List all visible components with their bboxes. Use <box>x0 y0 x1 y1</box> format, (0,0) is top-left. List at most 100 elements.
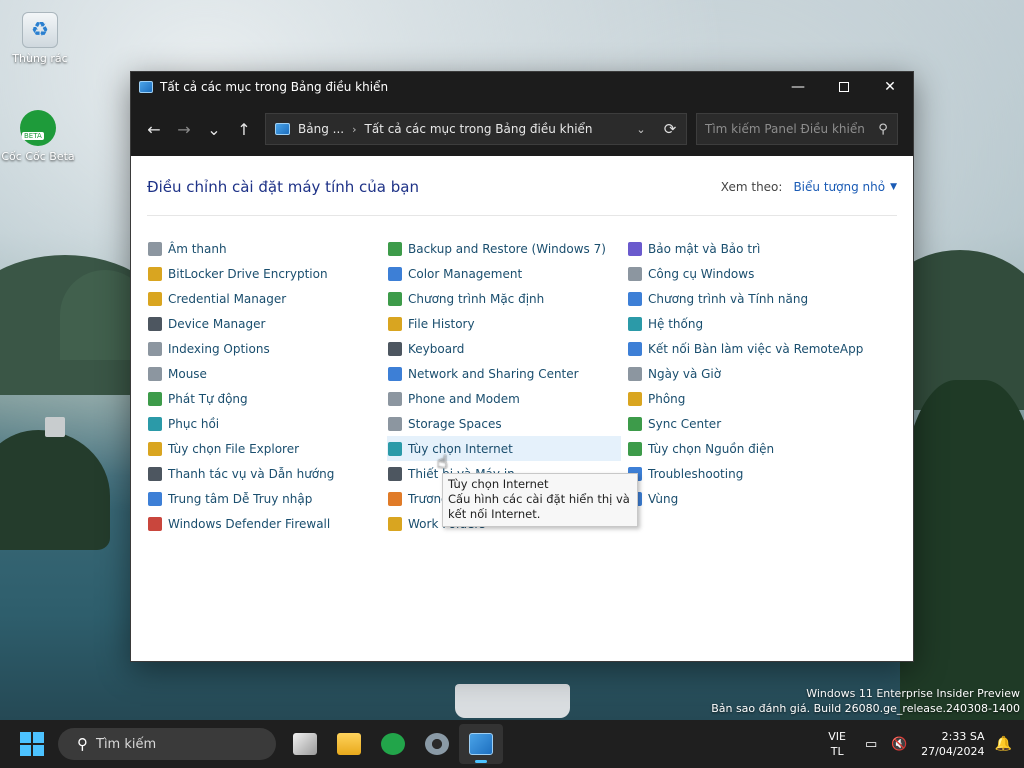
control-panel-item[interactable]: Ngày và Giờ <box>627 361 867 386</box>
control-panel-item[interactable]: BitLocker Drive Encryption <box>147 261 387 286</box>
taskbar-app-coccoc[interactable] <box>371 724 415 764</box>
power-options-icon <box>628 441 642 456</box>
view-by-dropdown[interactable]: Biểu tượng nhỏ <box>793 180 885 194</box>
close-button[interactable]: ✕ <box>867 72 913 102</box>
taskbar-app-settings[interactable] <box>415 724 459 764</box>
control-panel-item[interactable]: Công cụ Windows <box>627 261 867 286</box>
control-panel-window: Tất cả các mục trong Bảng điều khiển — ✕… <box>130 71 914 662</box>
desktop-icon-recycle-bin[interactable]: Thùng rác <box>0 12 80 65</box>
control-panel-item[interactable]: Tùy chọn File Explorer <box>147 436 387 461</box>
color-management-icon <box>388 266 402 281</box>
bitlocker-icon <box>148 266 162 281</box>
recovery-icon <box>148 416 162 431</box>
control-panel-item[interactable]: Tùy chọn Internet <box>387 436 621 461</box>
control-panel-icon <box>139 81 153 93</box>
address-dropdown-icon[interactable]: ⌄ <box>628 123 654 136</box>
control-panel-item[interactable]: Âm thanh <box>147 236 387 261</box>
input-method: TL <box>830 745 844 758</box>
control-panel-item-label: Color Management <box>408 266 523 281</box>
recent-locations-button[interactable]: ⌄ <box>199 114 229 144</box>
search-icon: ⚲ <box>77 735 88 753</box>
desktop-icon-coccoc-beta[interactable]: Cốc Cốc Beta <box>0 110 78 163</box>
back-button[interactable]: ← <box>139 114 169 144</box>
control-panel-item[interactable]: Windows Defender Firewall <box>147 511 387 536</box>
control-panel-item-label: Công cụ Windows <box>648 266 755 281</box>
control-panel-item[interactable]: Troubleshooting <box>627 461 867 486</box>
control-panel-item-label: Storage Spaces <box>408 416 502 431</box>
taskbar-app-task-view[interactable] <box>283 724 327 764</box>
control-panel-item[interactable]: Indexing Options <box>147 336 387 361</box>
minimize-button[interactable]: — <box>775 72 821 102</box>
control-panel-item-label: Hệ thống <box>648 316 704 331</box>
title-bar[interactable]: Tất cả các mục trong Bảng điều khiển — ✕ <box>131 72 913 102</box>
background-island <box>0 430 110 550</box>
address-bar[interactable]: Bảng ... › Tất cả các mục trong Bảng điề… <box>265 113 687 145</box>
control-panel-item[interactable]: Tùy chọn Nguồn điện <box>627 436 867 461</box>
firewall-icon <box>148 516 162 531</box>
control-panel-item[interactable]: Chương trình Mặc định <box>387 286 627 311</box>
control-panel-item[interactable]: Trung tâm Dễ Truy nhập <box>147 486 387 511</box>
file-explorer-icon <box>337 733 361 755</box>
control-panel-item[interactable]: Sync Center <box>627 411 867 436</box>
notification-bell-icon[interactable]: 🔔 <box>995 736 1012 752</box>
control-panel-item[interactable]: Chương trình và Tính năng <box>627 286 867 311</box>
mouse-icon <box>148 366 162 381</box>
control-panel-item-label: Keyboard <box>408 341 465 356</box>
maximize-button[interactable] <box>821 72 867 102</box>
breadcrumb-separator[interactable]: › <box>352 123 356 136</box>
up-button[interactable]: ↑ <box>229 114 259 144</box>
chevron-down-icon[interactable]: ▼ <box>890 182 897 192</box>
volume-muted-icon[interactable]: 🔇 <box>890 736 908 752</box>
start-button[interactable] <box>20 732 44 756</box>
autoplay-icon <box>148 391 162 406</box>
control-panel-item[interactable]: Backup and Restore (Windows 7) <box>387 236 627 261</box>
taskbar-app-control-panel[interactable] <box>459 724 503 764</box>
refresh-button[interactable]: ⟳ <box>654 120 686 138</box>
hand-cursor-icon: ☝ <box>437 452 448 473</box>
breadcrumb-item[interactable]: Bảng ... <box>298 122 344 136</box>
items-column: Bảo mật và Bảo trì Công cụ Windows Chương … <box>627 236 867 536</box>
security-maintenance-icon <box>628 241 642 256</box>
taskbar-apps <box>283 724 503 764</box>
control-panel-item[interactable]: Kết nối Bàn làm việc và RemoteApp <box>627 336 867 361</box>
control-panel-item[interactable]: Bảo mật và Bảo trì <box>627 236 867 261</box>
sound-icon <box>148 241 162 256</box>
tooltip-title: Tùy chọn Internet <box>448 477 549 491</box>
control-panel-item[interactable]: Credential Manager <box>147 286 387 311</box>
indexing-options-icon <box>148 341 162 356</box>
clock[interactable]: 2:33 SA 27/04/2024 <box>921 729 984 759</box>
control-panel-item-label: Device Manager <box>168 316 266 331</box>
control-panel-item-label: Tùy chọn File Explorer <box>168 441 300 456</box>
system-tray: VIE TL ▭ 🔇 2:33 SA 27/04/2024 🔔 <box>817 729 1024 759</box>
control-panel-item[interactable]: Color Management <box>387 261 627 286</box>
language-indicator[interactable]: VIE TL <box>817 729 857 759</box>
network-icon[interactable]: ▭ <box>862 736 880 752</box>
control-panel-item[interactable]: Phục hồi <box>147 411 387 436</box>
control-panel-item-label: BitLocker Drive Encryption <box>168 266 328 281</box>
search-input[interactable]: Tìm kiếm Panel Điều khiển ⚲ <box>696 113 898 145</box>
recycle-bin-icon <box>22 12 58 48</box>
control-panel-item[interactable]: Network and Sharing Center <box>387 361 627 386</box>
control-panel-item[interactable]: Device Manager <box>147 311 387 336</box>
control-panel-item-label: Sync Center <box>648 416 722 431</box>
control-panel-item[interactable]: Vùng <box>627 486 867 511</box>
control-panel-item[interactable]: Phone and Modem <box>387 386 627 411</box>
forward-button[interactable]: → <box>169 114 199 144</box>
network-sharing-icon <box>388 366 402 381</box>
desktop-icon-label: Cốc Cốc Beta <box>1 150 75 163</box>
breadcrumb-item[interactable]: Tất cả các mục trong Bảng điều khiển <box>364 122 592 136</box>
search-icon[interactable]: ⚲ <box>869 122 897 137</box>
taskbar-app-file-explorer[interactable] <box>327 724 371 764</box>
internet-options-icon <box>388 441 402 456</box>
control-panel-item[interactable]: Mouse <box>147 361 387 386</box>
control-panel-item[interactable]: Hệ thống <box>627 311 867 336</box>
taskbar-search[interactable]: ⚲ Tìm kiếm <box>58 728 276 760</box>
control-panel-item[interactable]: Phông <box>627 386 867 411</box>
control-panel-item-label: Indexing Options <box>168 341 270 356</box>
control-panel-item[interactable]: Keyboard <box>387 336 627 361</box>
control-panel-item[interactable]: Storage Spaces <box>387 411 627 436</box>
control-panel-item[interactable]: Phát Tự động <box>147 386 387 411</box>
control-panel-item-label: Âm thanh <box>168 241 227 256</box>
control-panel-item[interactable]: File History <box>387 311 627 336</box>
control-panel-item[interactable]: Thanh tác vụ và Dẫn hướng <box>147 461 387 486</box>
